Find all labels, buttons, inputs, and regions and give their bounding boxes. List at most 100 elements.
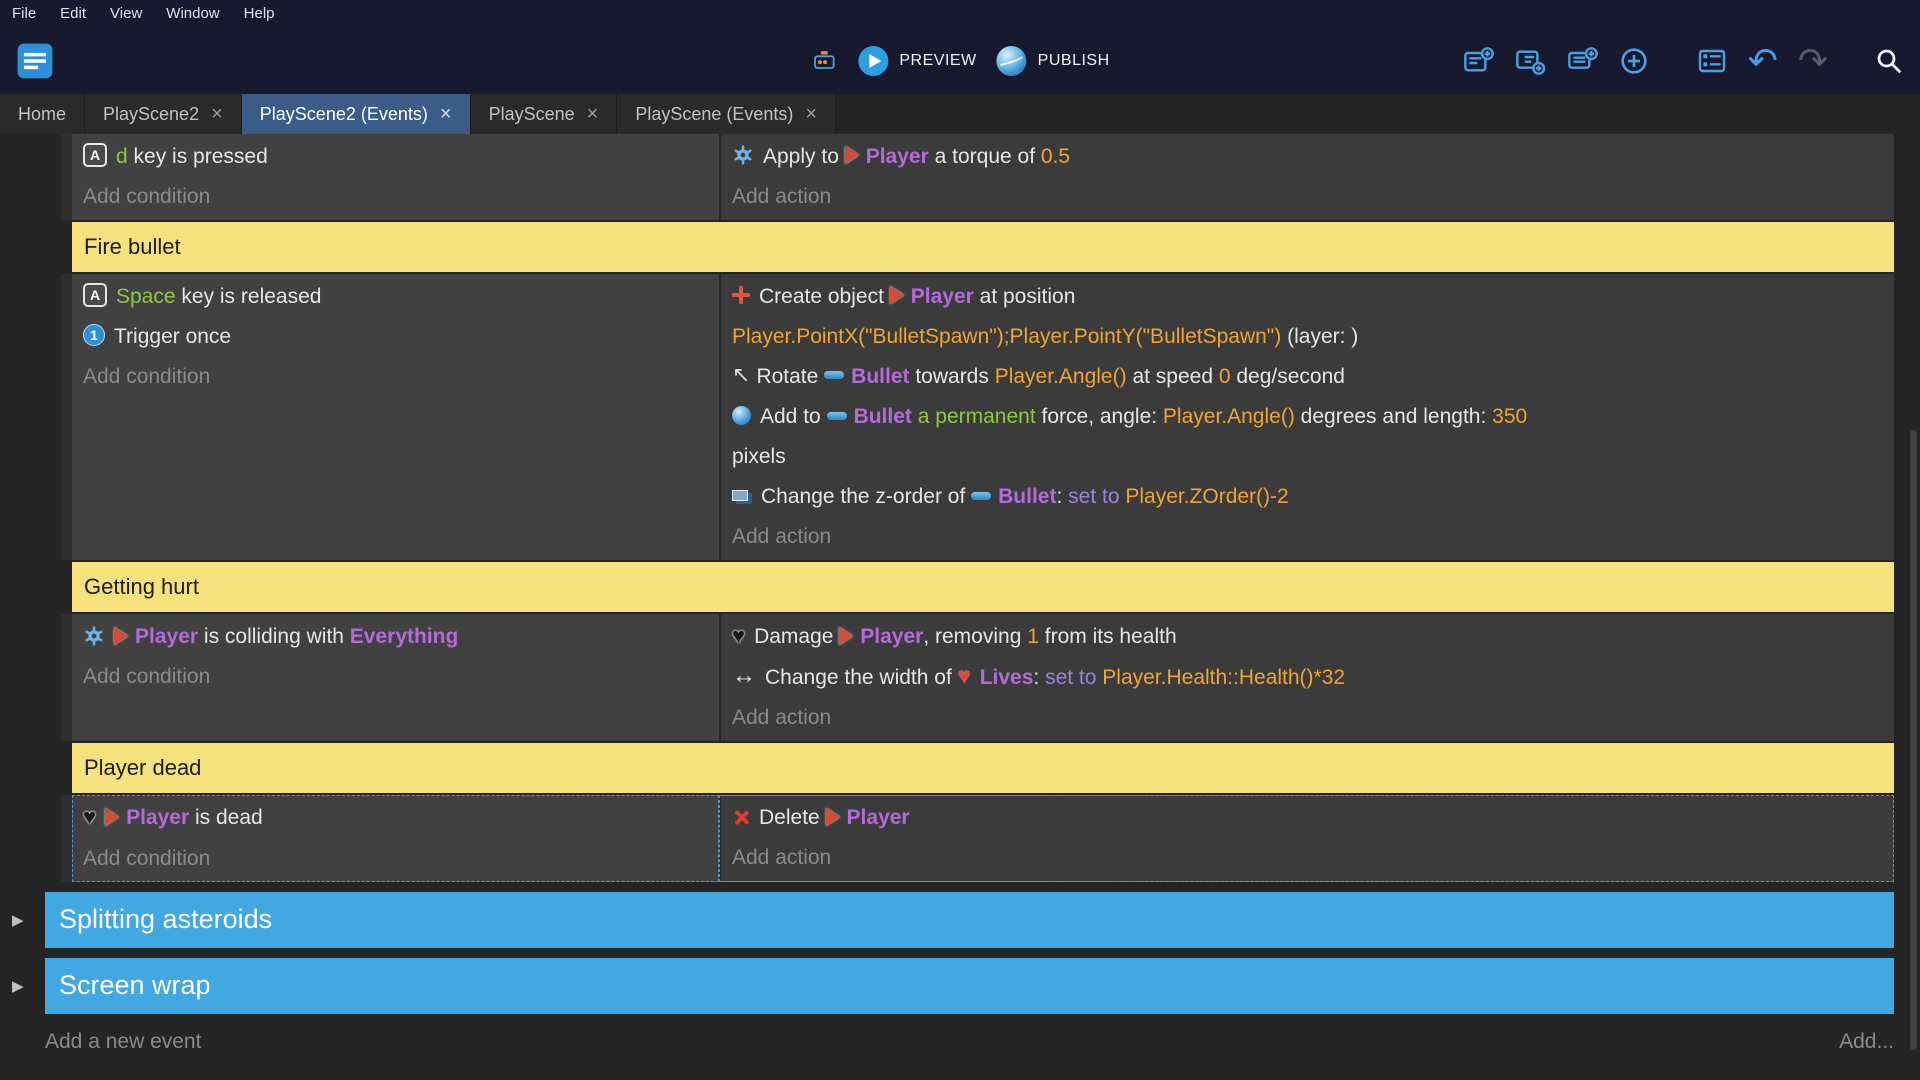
menu-bar: File Edit View Window Help [0,0,1920,27]
redo-button[interactable]: ↷ [1798,45,1828,77]
add-action-button[interactable]: Add action [732,177,1884,217]
instruction-list-button[interactable] [1696,45,1728,77]
menu-view[interactable]: View [110,5,142,22]
add-button[interactable]: Add... [1839,1030,1894,1054]
add-condition-button[interactable]: Add condition [83,657,709,697]
action[interactable]: Create object Player at positionPlayer.P… [732,277,1884,357]
menu-file[interactable]: File [12,5,36,22]
condition[interactable]: ♥Player is dead [83,798,709,838]
tab-label: PlayScene2 (Events) [260,104,428,125]
close-icon[interactable]: × [805,104,817,124]
undo-button[interactable]: ↶ [1748,45,1778,77]
add-condition-button[interactable]: Add condition [83,839,709,879]
add-action-button[interactable]: Add action [732,838,1884,878]
publish-button[interactable]: PUBLISH [995,44,1110,78]
text-segment: 1 [1027,625,1039,648]
text-segment: set to [1045,666,1102,689]
action[interactable]: Apply to Player a torque of 0.5 [732,137,1884,177]
scrollbar-thumb[interactable] [1910,430,1917,1050]
text-segment: Apply to [763,145,845,168]
add-event-button[interactable] [1462,45,1494,77]
menu-edit[interactable]: Edit [60,5,86,22]
text-segment: Player [847,806,910,829]
add-condition-button[interactable]: Add condition [83,357,709,397]
add-other-event-button[interactable] [1618,45,1650,77]
action[interactable]: ♥Damage Player, removing 1 from its heal… [732,617,1884,657]
conditions-cell: Ad key is pressedAdd condition [72,134,719,220]
close-icon[interactable]: × [587,104,599,124]
player-object-icon [826,808,840,826]
keyboard-key-icon: A [83,143,107,167]
add-subevent-button[interactable] [1514,45,1546,77]
action[interactable]: ↔Change the width of ♥Lives: set to Play… [732,658,1884,698]
search-button[interactable] [1874,46,1904,76]
condition[interactable]: Player is colliding with Everything [83,617,709,657]
add-action-button[interactable]: Add action [732,517,1884,557]
text-segment: Player.PointX("BulletSpawn");Player.Poin… [732,325,1281,348]
text-segment: : [1033,666,1045,689]
comment-row[interactable]: Getting hurt [72,562,1894,612]
group-title: Splitting asteroids [59,904,272,935]
text-segment: Player [911,285,974,308]
app-logo-icon[interactable] [16,42,54,80]
add-action-button[interactable]: Add action [732,698,1884,738]
text-segment: Change the z-order of [761,485,971,508]
close-icon[interactable]: × [440,104,452,124]
bullet-object-icon [971,492,991,500]
conditions-cell: ♥Player is deadAdd condition [72,795,719,881]
app-window: { "menu": { "items": ["File", "Edit", "V… [0,0,1920,1080]
group-row[interactable]: ▶Splitting asteroids [45,892,1894,948]
events-sheet: Ad key is pressedAdd conditionApply to P… [0,134,1920,1014]
chevron-right-icon[interactable]: ▶ [12,977,24,995]
menu-help[interactable]: Help [244,5,275,22]
tab-playscene2[interactable]: PlayScene2 × [85,94,242,134]
action[interactable]: ↖Rotate Bullet towards Player.Angle() at… [732,357,1884,397]
physics-gear-icon [732,144,754,166]
add-comment-button[interactable] [1566,45,1598,77]
event-row: ♥Player is deadAdd condition Delete Playe… [72,795,1894,881]
rotate-icon: ↖ [732,355,750,395]
comment-text: Getting hurt [84,574,199,600]
lives-object-icon: ♥ [958,656,971,696]
publish-label: PUBLISH [1038,52,1110,70]
network-preview-icon[interactable] [810,47,838,75]
player-object-icon [114,627,128,645]
comment-row[interactable]: Player dead [72,743,1894,793]
force-icon [732,406,751,425]
tab-playscene2-events[interactable]: PlayScene2 (Events) × [242,94,471,134]
text-segment: Player.Health::Health()*32 [1102,666,1345,689]
actions-cell: Apply to Player a torque of 0.5Add actio… [719,134,1894,220]
bullet-object-icon [827,412,847,420]
text-segment: key is released [176,285,322,308]
tab-label: Home [18,104,66,125]
trigger-once-icon: 1 [83,324,105,346]
tab-playscene[interactable]: PlayScene × [471,94,618,134]
keyboard-key-icon: A [83,283,107,307]
text-segment: Lives [980,666,1034,689]
tab-home[interactable]: Home [0,94,85,134]
add-condition-button[interactable]: Add condition [83,177,709,217]
chevron-right-icon[interactable]: ▶ [12,911,24,929]
group-row[interactable]: ▶Screen wrap [45,958,1894,1014]
text-segment: a permanent [918,405,1036,428]
tab-playscene-events[interactable]: PlayScene (Events) × [617,94,836,134]
preview-button[interactable]: PREVIEW [856,44,976,78]
condition[interactable]: ASpace key is released [83,277,709,317]
action[interactable]: Change the z-order of Bullet: set to Pla… [732,477,1884,517]
text-segment: 0 [1219,365,1231,388]
text-segment: key is pressed [128,145,268,168]
bullet-object-icon [824,371,844,379]
condition[interactable]: 1Trigger once [83,317,709,357]
tab-label: PlayScene2 [103,104,199,125]
text-segment: Delete [759,806,826,829]
close-icon[interactable]: × [211,104,223,124]
action[interactable]: Add to Bullet a permanent force, angle: … [732,397,1884,477]
text-segment: from its health [1039,625,1177,648]
text-segment: Create object [759,285,890,308]
comment-row[interactable]: Fire bullet [72,222,1894,272]
action[interactable]: Delete Player [732,798,1884,838]
menu-window[interactable]: Window [166,5,219,22]
player-object-icon [105,808,119,826]
condition[interactable]: Ad key is pressed [83,137,709,177]
add-new-event-button[interactable]: Add a new event [45,1030,201,1054]
